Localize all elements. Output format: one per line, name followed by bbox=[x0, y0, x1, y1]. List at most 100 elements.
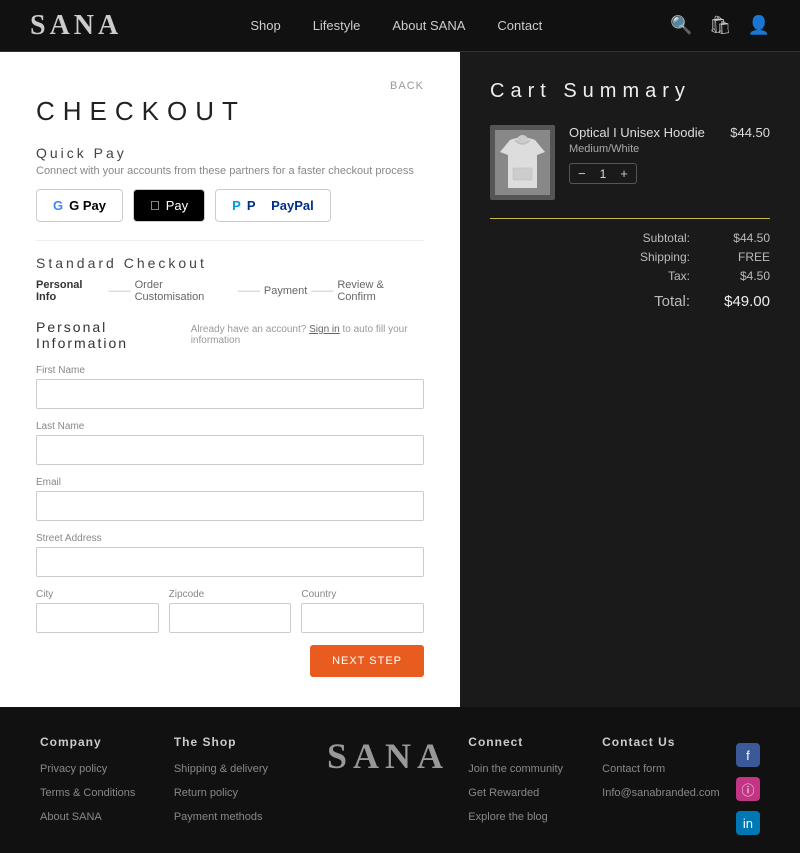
linkedin-icon[interactable]: in bbox=[736, 811, 760, 835]
subtotal-label: Subtotal: bbox=[643, 231, 690, 245]
footer-payment[interactable]: Payment methods bbox=[174, 811, 263, 823]
cart-item-details: Optical I Unisex Hoodie Medium/White − 1… bbox=[569, 125, 716, 184]
nav-shop[interactable]: Shop bbox=[250, 18, 280, 33]
footer: Company Privacy policy Terms & Condition… bbox=[0, 707, 800, 853]
zipcode-label: Zipcode bbox=[169, 589, 292, 600]
footer-company-title: Company bbox=[40, 735, 174, 749]
signin-hint: Already have an account? Sign in to auto… bbox=[191, 324, 424, 346]
street-label: Street Address bbox=[36, 533, 424, 544]
personal-info-title: Personal Information bbox=[36, 319, 183, 351]
country-label: Country bbox=[301, 589, 424, 600]
cart-item: Optical I Unisex Hoodie Medium/White − 1… bbox=[490, 125, 770, 200]
first-name-input[interactable] bbox=[36, 379, 424, 409]
footer-logo-col: SANA bbox=[308, 735, 469, 777]
cart-title: Cart Summary bbox=[490, 80, 770, 103]
total-value: $49.00 bbox=[710, 293, 770, 310]
step-order: Order Customisation bbox=[135, 279, 234, 303]
checkout-panel: BACK CHECKOUT Quick Pay Connect with you… bbox=[0, 52, 460, 707]
street-row: Street Address bbox=[36, 533, 424, 577]
email-input[interactable] bbox=[36, 491, 424, 521]
city-field: City bbox=[36, 589, 159, 633]
step-personal: Personal Info bbox=[36, 279, 105, 303]
navbar: SANA Shop Lifestyle About SANA Contact 🔍… bbox=[0, 0, 800, 52]
qty-control: − 1 + bbox=[569, 163, 637, 184]
nav-logo: SANA bbox=[30, 10, 122, 42]
footer-community[interactable]: Join the community bbox=[468, 763, 563, 775]
footer-blog[interactable]: Explore the blog bbox=[468, 811, 548, 823]
next-step-button[interactable]: NEXT STEP bbox=[310, 645, 424, 677]
instagram-icon[interactable]: ⓘ bbox=[736, 777, 760, 801]
zipcode-input[interactable] bbox=[169, 603, 292, 633]
checkout-title: CHECKOUT bbox=[36, 96, 424, 127]
subtotal-value: $44.50 bbox=[710, 231, 770, 245]
footer-logo: SANA bbox=[327, 735, 449, 777]
footer-contact: Contact Us Contact form Info@sanabranded… bbox=[602, 735, 736, 807]
nav-lifestyle[interactable]: Lifestyle bbox=[313, 18, 361, 33]
step-review: Review & Confirm bbox=[337, 279, 424, 303]
quick-pay-title: Quick Pay bbox=[36, 145, 424, 161]
footer-contact-form[interactable]: Contact form bbox=[602, 763, 665, 775]
footer-connect: Connect Join the community Get Rewarded … bbox=[468, 735, 602, 831]
nav-icons: 🔍 🛍 👤 bbox=[670, 15, 770, 36]
personal-info-header: Personal Information Already have an acc… bbox=[36, 319, 424, 351]
quick-pay-buttons: G G Pay  Pay PP PayPal bbox=[36, 189, 424, 222]
cart-item-name: Optical I Unisex Hoodie bbox=[569, 125, 716, 140]
facebook-icon[interactable]: f bbox=[736, 743, 760, 767]
footer-privacy[interactable]: Privacy policy bbox=[40, 763, 107, 775]
standard-checkout-title: Standard Checkout bbox=[36, 255, 424, 271]
nav-contact[interactable]: Contact bbox=[497, 18, 542, 33]
city-label: City bbox=[36, 589, 159, 600]
qty-decrease-button[interactable]: − bbox=[570, 164, 594, 183]
nav-links: Shop Lifestyle About SANA Contact bbox=[250, 17, 542, 35]
back-link[interactable]: BACK bbox=[390, 80, 424, 92]
checkout-steps: Personal Info —— Order Customisation —— … bbox=[36, 279, 424, 303]
first-name-row: First Name bbox=[36, 365, 424, 409]
footer-about[interactable]: About SANA bbox=[40, 811, 102, 823]
city-input[interactable] bbox=[36, 603, 159, 633]
cart-item-image bbox=[490, 125, 555, 200]
user-icon[interactable]: 👤 bbox=[748, 15, 770, 36]
footer-returns[interactable]: Return policy bbox=[174, 787, 238, 799]
applepay-button[interactable]:  Pay bbox=[133, 189, 205, 222]
footer-shop-title: The Shop bbox=[174, 735, 308, 749]
email-row: Email bbox=[36, 477, 424, 521]
street-input[interactable] bbox=[36, 547, 424, 577]
main-content: BACK CHECKOUT Quick Pay Connect with you… bbox=[0, 52, 800, 707]
footer-terms[interactable]: Terms & Conditions bbox=[40, 787, 135, 799]
cart-item-variant: Medium/White bbox=[569, 143, 716, 155]
step-payment: Payment bbox=[264, 285, 307, 297]
qty-value: 1 bbox=[594, 165, 613, 183]
footer-company: Company Privacy policy Terms & Condition… bbox=[40, 735, 174, 831]
shipping-value: FREE bbox=[710, 250, 770, 264]
footer-connect-title: Connect bbox=[468, 735, 602, 749]
total-row: Total: $49.00 bbox=[490, 293, 770, 310]
cart-item-price: $44.50 bbox=[730, 125, 770, 140]
last-name-label: Last Name bbox=[36, 421, 424, 432]
gpay-button[interactable]: G G Pay bbox=[36, 189, 123, 222]
tax-label: Tax: bbox=[668, 269, 690, 283]
cart-totals: Subtotal: $44.50 Shipping: FREE Tax: $4.… bbox=[490, 231, 770, 310]
shipping-row: Shipping: FREE bbox=[490, 250, 770, 264]
last-name-row: Last Name bbox=[36, 421, 424, 465]
email-label: Email bbox=[36, 477, 424, 488]
last-name-input[interactable] bbox=[36, 435, 424, 465]
country-input[interactable] bbox=[301, 603, 424, 633]
shipping-label: Shipping: bbox=[640, 250, 690, 264]
country-field: Country bbox=[301, 589, 424, 633]
footer-email[interactable]: Info@sanabranded.com bbox=[602, 787, 720, 799]
paypal-button[interactable]: PP PayPal bbox=[215, 189, 331, 222]
footer-shop: The Shop Shipping & delivery Return poli… bbox=[174, 735, 308, 831]
total-label: Total: bbox=[654, 293, 690, 310]
zipcode-field: Zipcode bbox=[169, 589, 292, 633]
footer-shipping[interactable]: Shipping & delivery bbox=[174, 763, 268, 775]
footer-rewarded[interactable]: Get Rewarded bbox=[468, 787, 539, 799]
footer-contact-title: Contact Us bbox=[602, 735, 736, 749]
signin-link[interactable]: Sign in bbox=[309, 324, 340, 335]
search-icon[interactable]: 🔍 bbox=[670, 15, 692, 36]
first-name-label: First Name bbox=[36, 365, 424, 376]
cart-icon[interactable]: 🛍 bbox=[709, 15, 732, 36]
city-zip-country-row: City Zipcode Country bbox=[36, 589, 424, 633]
footer-social: f ⓘ in bbox=[736, 735, 760, 835]
nav-about[interactable]: About SANA bbox=[392, 18, 465, 33]
qty-increase-button[interactable]: + bbox=[612, 164, 636, 183]
